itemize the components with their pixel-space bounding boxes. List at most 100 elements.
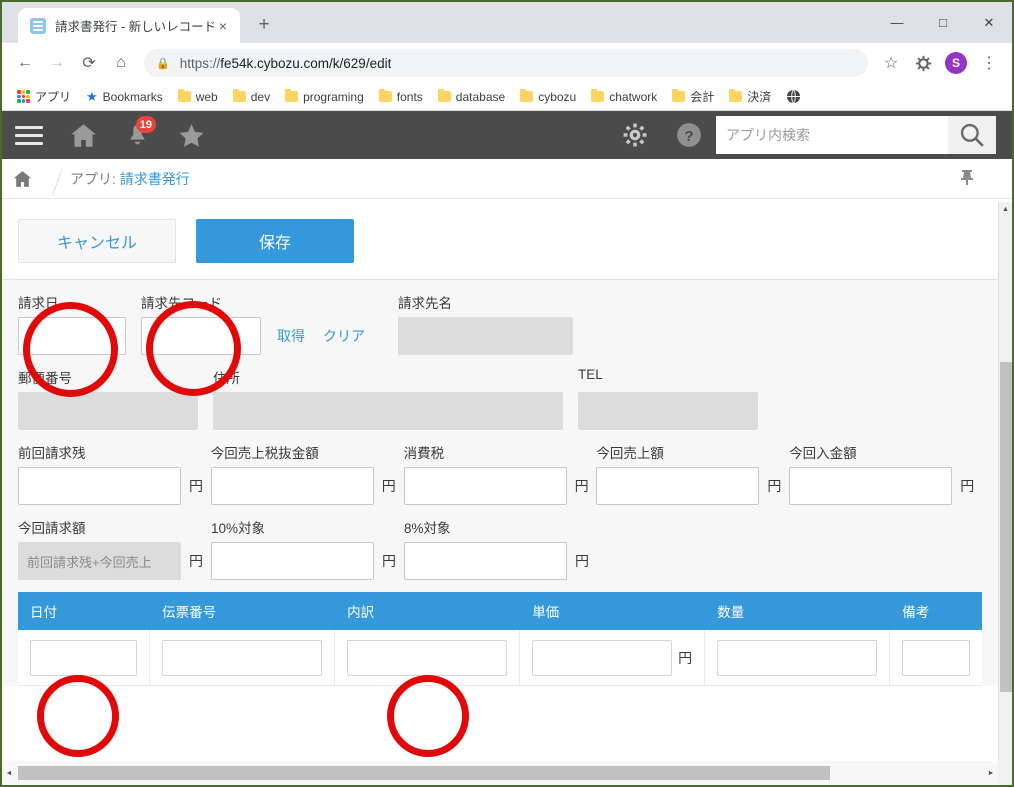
breadcrumb-separator: [42, 159, 62, 199]
bookmark-database[interactable]: database: [431, 87, 512, 107]
breadcrumb-app-link[interactable]: 請求書発行: [120, 171, 190, 187]
vertical-scroll-thumb[interactable]: [1000, 362, 1012, 692]
settings-button[interactable]: [608, 111, 662, 159]
bookmark-kessai[interactable]: 決済: [722, 85, 778, 108]
minimize-button[interactable]: —: [874, 2, 920, 43]
breadcrumb-home-button[interactable]: [2, 170, 42, 188]
pin-icon[interactable]: [960, 169, 974, 188]
bookmark-cybozu[interactable]: cybozu: [513, 87, 583, 107]
horizontal-scroll-thumb[interactable]: [18, 766, 830, 780]
clear-link[interactable]: クリア: [323, 326, 365, 346]
url-text: https://fe54k.cybozu.com/k/629/edit: [180, 56, 392, 71]
cancel-button[interactable]: キャンセル: [18, 218, 176, 263]
billing-date-input[interactable]: [18, 317, 126, 355]
browser-toolbar: ← → ⟳ ⌂ 🔒 https://fe54k.cybozu.com/k/629…: [2, 43, 1012, 83]
customer-code-input[interactable]: [141, 317, 261, 355]
bookmark-dev[interactable]: dev: [226, 87, 277, 107]
home-button[interactable]: [56, 111, 110, 159]
sales-excl-tax-input[interactable]: [210, 467, 374, 505]
kintone-header: 19 ? アプリ内検索: [2, 111, 1012, 159]
field-previous-balance: 前回請求残 円: [18, 442, 211, 505]
field-zip: 郵便番号: [18, 367, 213, 430]
folder-icon: [591, 89, 605, 102]
menu-button[interactable]: [2, 111, 56, 159]
toolbar-right: ☆ S ⋮: [876, 48, 1004, 78]
bookmark-star-icon[interactable]: ☆: [876, 48, 906, 78]
unit-label: 円: [678, 649, 693, 666]
search-input[interactable]: アプリ内検索: [716, 116, 948, 154]
bookmark-label: 決済: [747, 90, 772, 104]
bookmark-globe[interactable]: [779, 86, 808, 107]
previous-balance-input[interactable]: [18, 467, 181, 505]
payment-received-input[interactable]: [789, 467, 953, 505]
customer-name-input: [398, 317, 573, 355]
row-quantity-input[interactable]: [717, 639, 878, 676]
star-icon: ★: [86, 88, 98, 104]
bookmark-bookmarks[interactable]: ★ Bookmarks: [79, 86, 170, 108]
row-date-input[interactable]: [30, 639, 138, 676]
save-button[interactable]: 保存: [196, 218, 354, 263]
favorite-button[interactable]: [164, 111, 218, 159]
column-header-description: 内訳: [347, 605, 375, 620]
new-tab-button[interactable]: +: [250, 11, 278, 39]
bookmark-kaikei[interactable]: 会計: [665, 85, 721, 108]
sales-total-input[interactable]: [596, 467, 760, 505]
bookmark-label: Bookmarks: [102, 89, 163, 104]
browser-tab[interactable]: 請求書発行 - 新しいレコード ×: [18, 8, 240, 43]
profile-avatar[interactable]: S: [945, 52, 967, 74]
back-icon[interactable]: ←: [10, 48, 40, 78]
browser-menu-icon[interactable]: ⋮: [974, 48, 1004, 78]
tab-strip: 請求書発行 - 新しいレコード × + — □ ✕: [2, 2, 1012, 43]
help-button[interactable]: ?: [662, 111, 716, 159]
notification-button[interactable]: 19: [110, 111, 164, 159]
field-customer-code: 請求先コード: [141, 292, 273, 355]
horizontal-scrollbar[interactable]: ◄ ►: [2, 761, 998, 785]
url-scheme: https://: [179, 55, 221, 71]
forward-icon[interactable]: →: [42, 48, 72, 78]
url-rest: fe54k.cybozu.com/k/629/edit: [220, 55, 392, 71]
folder-icon: [177, 89, 191, 102]
row-slip-no-input[interactable]: [162, 639, 323, 676]
table-header-row: 日付 伝票番号 内訳 単価 数量 備考: [18, 592, 982, 630]
field-label: 10%対象: [211, 521, 266, 536]
home-icon[interactable]: ⌂: [106, 48, 136, 78]
breadcrumb-text: アプリ: 請求書発行: [70, 169, 190, 189]
folder-icon: [672, 89, 686, 102]
bookmark-programing[interactable]: programing: [278, 87, 371, 107]
field-label: 今回売上額: [596, 446, 664, 461]
maximize-button[interactable]: □: [920, 2, 966, 43]
tab-close-icon[interactable]: ×: [214, 17, 232, 35]
kintone-app-icon: [30, 17, 46, 34]
close-window-button[interactable]: ✕: [966, 2, 1012, 43]
scroll-right-arrow[interactable]: ►: [984, 770, 998, 777]
row-description-input[interactable]: [347, 639, 508, 676]
bookmark-chatwork[interactable]: chatwork: [584, 87, 664, 107]
field-label: 今回売上税抜金額: [210, 446, 319, 461]
extension-icon[interactable]: [908, 48, 938, 78]
fetch-link[interactable]: 取得: [277, 326, 305, 346]
search-button[interactable]: [948, 116, 996, 154]
zip-input: [18, 392, 198, 430]
bookmark-apps[interactable]: アプリ: [10, 85, 78, 108]
folder-icon: [729, 89, 743, 102]
consumption-tax-input[interactable]: [403, 467, 567, 505]
globe-icon: [787, 89, 801, 104]
field-label: 請求日: [18, 296, 59, 311]
tax8-target-input[interactable]: [404, 542, 567, 580]
help-icon: ?: [677, 123, 701, 147]
vertical-scrollbar[interactable]: ▲: [998, 202, 1012, 761]
address-bar[interactable]: 🔒 https://fe54k.cybozu.com/k/629/edit: [144, 49, 868, 77]
bookmark-web[interactable]: web: [171, 87, 225, 107]
row-note-input[interactable]: [902, 639, 971, 676]
row-unit-price-input[interactable]: [532, 639, 673, 676]
bookmark-fonts[interactable]: fonts: [372, 87, 430, 107]
search-icon: [960, 123, 984, 147]
scroll-up-arrow[interactable]: ▲: [999, 202, 1012, 216]
scroll-left-arrow[interactable]: ◄: [2, 770, 16, 777]
tax10-target-input[interactable]: [211, 542, 374, 580]
folder-icon: [232, 89, 246, 102]
tel-input: [578, 392, 758, 430]
reload-icon[interactable]: ⟳: [74, 48, 104, 78]
field-label: 住所: [213, 371, 240, 386]
unit-label: 円: [767, 478, 782, 494]
